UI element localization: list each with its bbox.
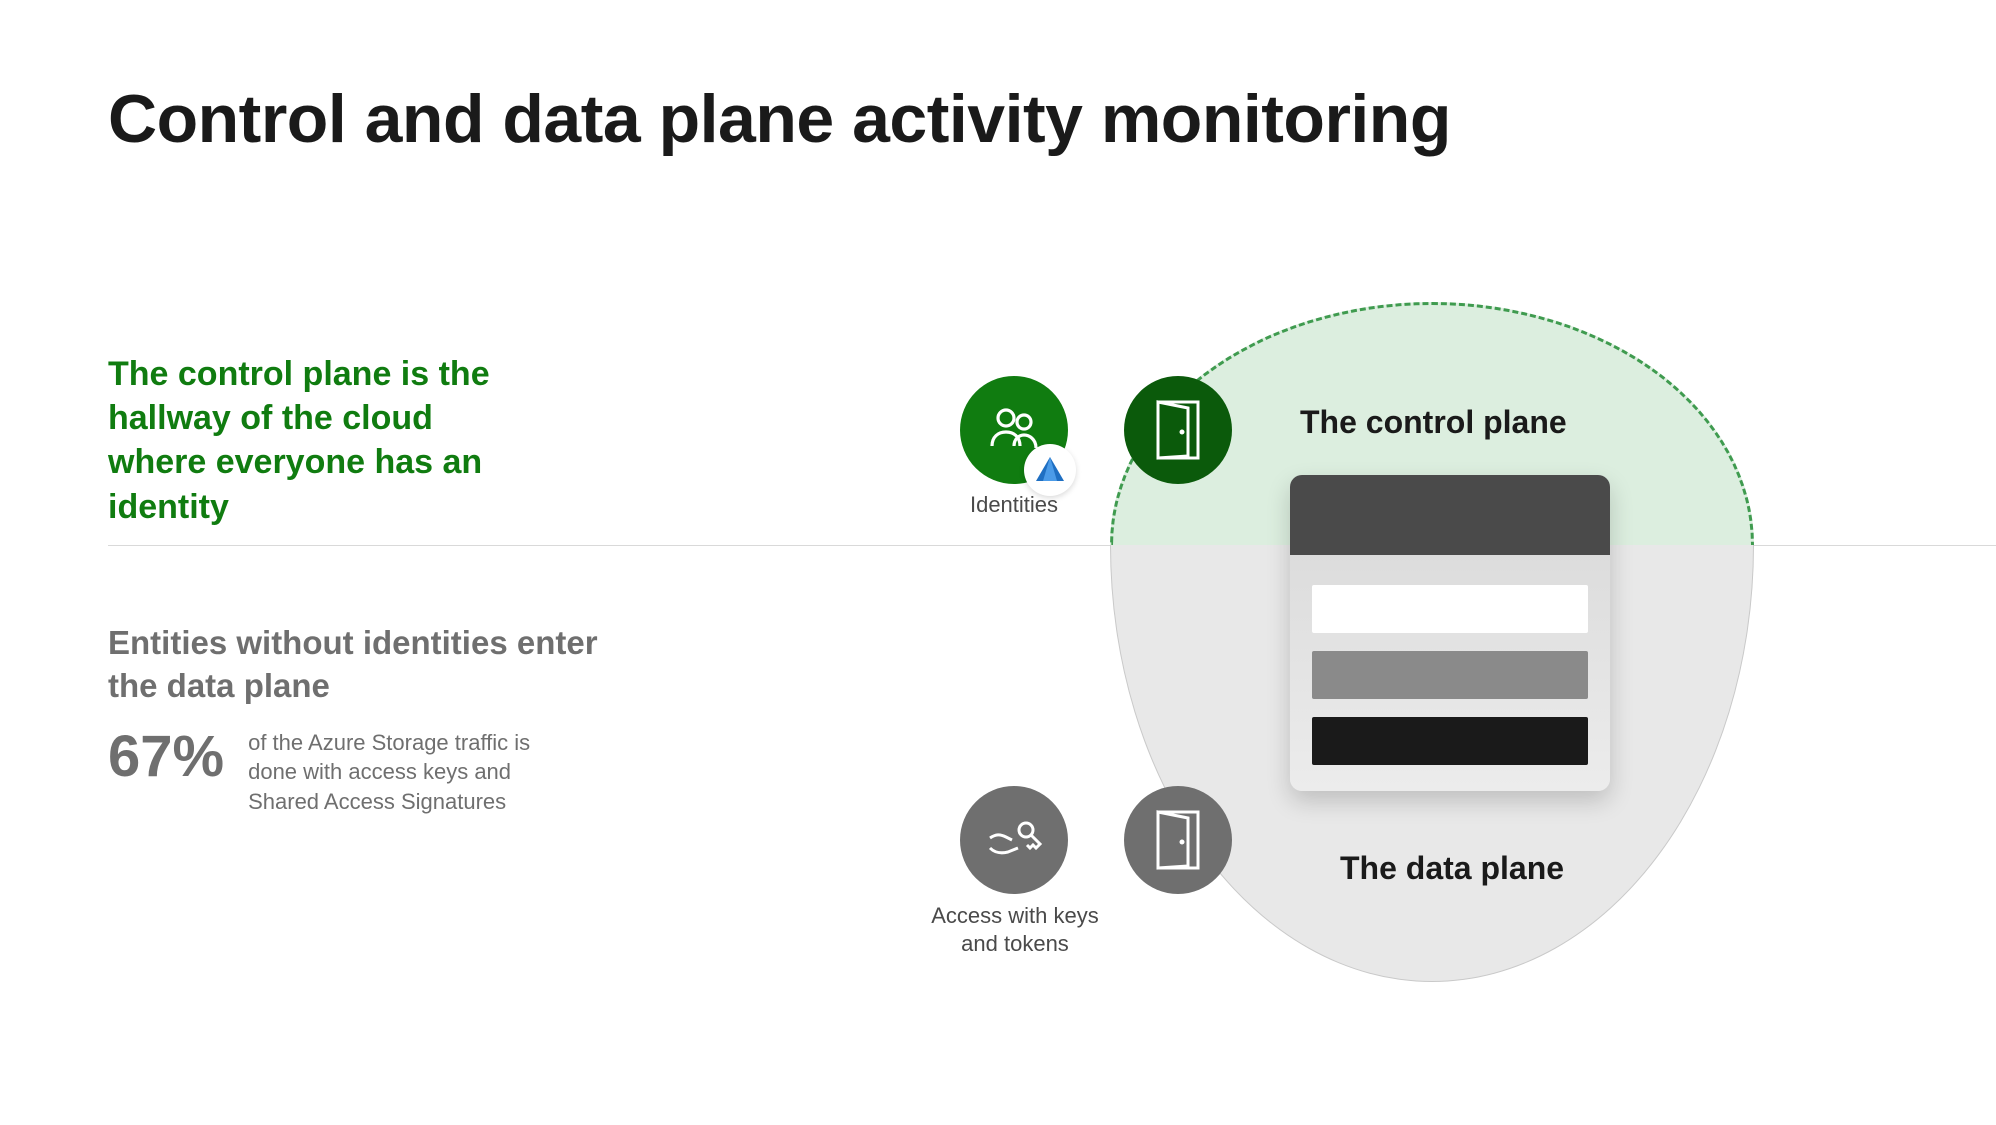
data-plane-blurb-block: Entities without identities enter the da… — [108, 622, 608, 817]
identities-label: Identities — [960, 492, 1068, 518]
resource-card-row — [1312, 651, 1588, 699]
data-plane-blurb: Entities without identities enter the da… — [108, 622, 608, 708]
door-icon — [1124, 376, 1232, 484]
control-plane-blurb: The control plane is the hallway of the … — [108, 352, 528, 529]
key-hand-icon — [960, 786, 1068, 894]
resource-card — [1290, 475, 1610, 791]
stat-description: of the Azure Storage traffic is done wit… — [248, 728, 548, 817]
stat-percentage: 67% — [108, 728, 224, 786]
keys-label: Access with keys and tokens — [920, 902, 1110, 957]
resource-card-row — [1312, 585, 1588, 633]
page-title: Control and data plane activity monitori… — [108, 80, 1451, 158]
door-icon — [1124, 786, 1232, 894]
slide: Control and data plane activity monitori… — [0, 0, 1996, 1125]
data-plane-label: The data plane — [1340, 850, 1564, 887]
azure-ad-icon — [1024, 444, 1076, 496]
stat-block: 67% of the Azure Storage traffic is done… — [108, 728, 608, 817]
resource-card-header — [1290, 475, 1610, 555]
resource-card-row — [1312, 717, 1588, 765]
control-plane-label: The control plane — [1300, 404, 1567, 441]
